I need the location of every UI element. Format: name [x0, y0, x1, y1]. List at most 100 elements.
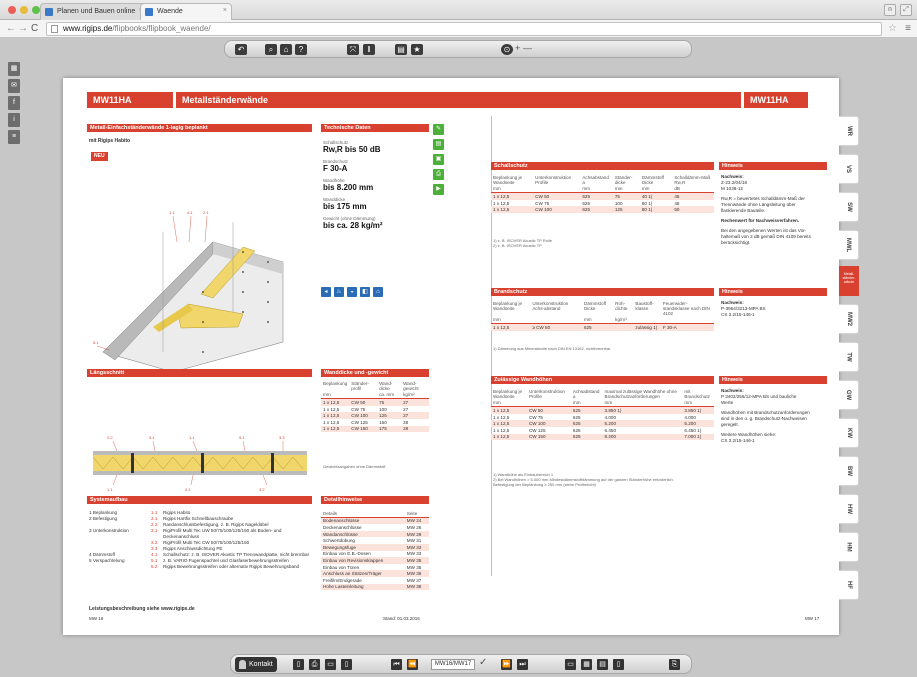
table-cell: 1 x 12,5 — [491, 433, 527, 441]
grid-icon[interactable]: ▦ — [8, 62, 20, 76]
url-host: www.rigips.de — [63, 24, 113, 33]
chapter-tab-hm[interactable]: HM — [839, 532, 859, 562]
zoom-in-icon[interactable]: ⊙ — [501, 44, 513, 55]
single-page-icon[interactable]: ▭ — [325, 659, 336, 670]
column-unit: kg/m³ — [615, 317, 627, 323]
reload-icon[interactable]: C — [31, 22, 38, 36]
user-icon[interactable]: ⍝ — [884, 4, 896, 16]
undo-icon[interactable]: ↶ — [235, 44, 247, 55]
chapter-tab-vs[interactable]: VS — [839, 154, 859, 184]
download-icon[interactable]: ▯ — [613, 659, 624, 670]
restore-window-icon[interactable]: ⤢ — [900, 4, 912, 16]
table-cell: 3.850 1) — [602, 406, 683, 414]
list-icon[interactable]: ▤ — [395, 44, 407, 55]
table-cell: Bodenanschlüsse — [321, 516, 405, 525]
table-cell: MW 26 — [406, 524, 422, 530]
play-icon[interactable]: ▶ — [433, 184, 444, 195]
table-cell: CW 50 — [349, 398, 378, 406]
browser-tab-1[interactable]: Planen und Bauen online × — [40, 3, 148, 20]
contact-icon — [239, 660, 246, 669]
table-cell: MW 35 — [406, 564, 422, 570]
minimize-window-button[interactable] — [20, 6, 28, 14]
chapter-tab-sw[interactable]: SW — [839, 192, 859, 222]
document-icon[interactable]: ▤ — [433, 139, 444, 150]
close-tab-icon[interactable]: × — [223, 7, 227, 14]
address-bar[interactable]: www.rigips.de/flipbooks/flipbook_waende/ — [46, 22, 882, 36]
thumbnail-icon[interactable]: ▭ — [565, 659, 576, 670]
page-icon[interactable]: ▯ — [293, 659, 304, 670]
svg-text:2.2: 2.2 — [107, 435, 113, 440]
fullscreen-icon[interactable]: ⤧ — [347, 44, 359, 55]
close-window-button[interactable] — [8, 6, 16, 14]
columns-icon[interactable]: ‖ — [363, 44, 375, 55]
wall-construction-diagram: 1.1 4.1 2.1 5.1 — [93, 210, 284, 373]
notes-icon[interactable]: ▤ — [597, 659, 608, 670]
last-page-icon[interactable]: ⏭ — [517, 659, 528, 670]
column-header: Beplankung je Wandseite — [493, 388, 523, 399]
table-row: 1 x 12,5 CW 150 175 28 — [321, 425, 429, 433]
menu-icon[interactable]: ≡ — [8, 130, 20, 144]
table-cell: 4.000 — [684, 414, 696, 420]
bookmark-star-icon[interactable]: ★ — [411, 44, 423, 55]
column-header: Feuerwider-standsklasse nach DIN 4102 — [662, 300, 710, 316]
table-cell: 1 x 12,5 — [323, 419, 340, 425]
maximize-window-button[interactable] — [32, 6, 40, 14]
home-icon[interactable]: ⌂ — [280, 44, 292, 55]
print-icon[interactable]: ⎙ — [309, 659, 320, 670]
double-page-icon[interactable]: ▯ — [341, 659, 352, 670]
chapter-tab-label: MWL — [845, 237, 852, 253]
thickness-table: Beplankung Ständer-profil Wand-dicke Wand-g… — [321, 380, 429, 433]
zoom-plus-label[interactable]: + — [515, 43, 520, 53]
table-cell: 1 x 12,5 — [491, 192, 534, 200]
zoom-minus-label[interactable]: — — [523, 43, 532, 53]
pdf-icon[interactable]: ⎘ — [669, 659, 680, 670]
pen-icon[interactable]: ✎ — [433, 124, 444, 135]
column-unit: mm — [493, 400, 501, 406]
system-item-group — [89, 564, 151, 570]
browser-tab-2[interactable]: Waende × — [140, 3, 232, 20]
top-control-bar: ↶ ⌕ ⌂ ? ⤧ ‖ ▤ ★ ⊙ + — — [224, 40, 692, 58]
page-number-input[interactable]: MW16/MW17 — [431, 659, 475, 670]
chapter-tab-mw2[interactable]: MW2 — [839, 304, 859, 334]
first-page-icon[interactable]: ⏮ — [391, 659, 402, 670]
chapter-tab-bw[interactable]: BW — [839, 456, 859, 486]
search-icon[interactable]: ⌕ — [265, 44, 277, 55]
mail-icon[interactable]: ✉ — [8, 79, 20, 93]
table-row: 1 x 12,5 CW 100 625 125 80 1) 50 — [491, 206, 714, 213]
bookmark-star-icon[interactable]: ☆ — [888, 23, 897, 34]
overview-icon[interactable]: ▦ — [581, 659, 592, 670]
back-icon[interactable]: ← — [6, 22, 16, 36]
sound-icon: ◂ — [321, 287, 331, 297]
chapter-tab-label: BW — [845, 466, 852, 476]
print-icon[interactable]: ⎙ — [433, 169, 444, 180]
contact-button[interactable]: Kontakt — [235, 657, 277, 672]
table-cell: CW 150 — [349, 425, 378, 433]
chapter-tab-hf[interactable]: HF — [839, 570, 859, 600]
chapter-tab-kw[interactable]: KW — [839, 418, 859, 448]
info-icon[interactable]: i — [8, 113, 20, 127]
table-cell: 28 — [401, 425, 429, 433]
go-check-icon[interactable]: ✓ — [479, 657, 487, 668]
chapter-tab-wr[interactable]: WR — [839, 116, 859, 146]
next-page-icon[interactable]: ⏩ — [501, 659, 512, 670]
chapter-tab-tw[interactable]: TW — [839, 342, 859, 372]
browser-menu-icon[interactable]: ≡ — [905, 23, 911, 34]
column-header: Unterkonstruktion Achs-abstand — [532, 300, 569, 311]
forward-icon[interactable]: → — [18, 22, 28, 36]
chapter-tab-gw[interactable]: GW — [839, 380, 859, 410]
facebook-icon[interactable]: f — [8, 96, 20, 110]
chapter-tab-hw[interactable]: HW — [839, 494, 859, 524]
table-row: Einbau von E.B.-Dosen MW 33 — [321, 551, 429, 558]
chapter-tab-mwl[interactable]: MWL — [839, 230, 859, 260]
tech-data-list: Schallschutz Rw,R bis 50 dB Brandschutz F 3… — [323, 136, 428, 231]
table-unit-row: mm mm mm mm dB — [491, 186, 714, 193]
table-cell: 1 x 12,5 — [323, 406, 340, 412]
help-icon[interactable]: ? — [295, 44, 307, 55]
save-icon[interactable]: ▣ — [433, 154, 444, 165]
table-cell: MW 29 — [404, 530, 429, 538]
footer-link[interactable]: Leistungsbeschreibung siehe www.rigips.d… — [89, 606, 195, 613]
prev-page-icon[interactable]: ⏪ — [407, 659, 418, 670]
property-icons: ◂ ♨ ◒ ◧ ⌂ — [321, 287, 383, 297]
table-cell: 75 — [377, 398, 402, 406]
hint-title-3: Hinweis — [719, 376, 827, 384]
